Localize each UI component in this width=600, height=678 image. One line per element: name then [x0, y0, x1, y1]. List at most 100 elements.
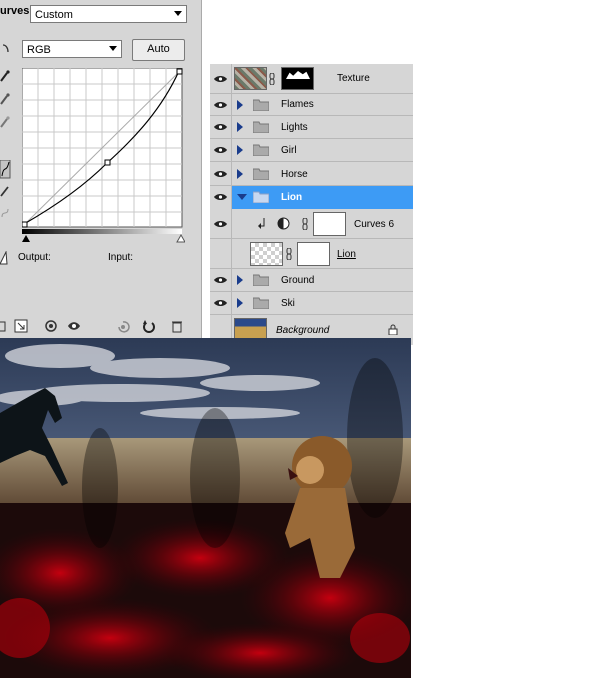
curve-graph[interactable] — [22, 68, 185, 244]
channel-dropdown[interactable]: RGB — [22, 40, 122, 58]
curves-adjustment-panel: urves Custom RGB Auto Output: Input: — [0, 0, 202, 338]
curve-tool-icon[interactable] — [0, 160, 11, 179]
visibility-toggle[interactable] — [210, 162, 232, 185]
layer-thumbnail — [234, 67, 267, 90]
folder-icon — [253, 191, 269, 203]
visibility-icon[interactable] — [67, 319, 81, 333]
input-label: Input: — [108, 252, 134, 263]
layer-name: Ski — [281, 298, 295, 309]
layer-row-texture[interactable]: Texture — [210, 64, 413, 94]
expand-arrow-icon[interactable] — [237, 145, 243, 155]
trash-icon[interactable] — [170, 319, 184, 333]
layer-name: Flames — [281, 99, 314, 110]
eye-icon — [214, 124, 227, 130]
eye-icon — [214, 147, 227, 153]
eyedropper-white-icon[interactable] — [0, 116, 10, 128]
eye-icon — [214, 221, 227, 227]
layer-mask-thumbnail — [297, 242, 330, 266]
layer-mask-thumbnail — [313, 212, 346, 236]
link-icon — [302, 218, 308, 230]
eye-icon — [214, 277, 227, 283]
folder-icon — [253, 297, 269, 309]
canvas-image[interactable] — [0, 338, 411, 678]
view-previous-icon[interactable] — [116, 319, 130, 333]
visibility-toggle[interactable] — [210, 64, 232, 93]
eyedropper-gray-icon[interactable] — [0, 93, 10, 105]
link-icon — [286, 248, 292, 260]
layer-name: Lion — [337, 249, 356, 260]
expand-arrow-icon[interactable] — [237, 169, 243, 179]
eyedropper-black-icon[interactable] — [0, 70, 10, 82]
layer-name: Lights — [281, 122, 308, 133]
expand-arrow-icon[interactable] — [237, 298, 243, 308]
curve-point-black[interactable] — [22, 221, 28, 228]
layer-name: Background — [276, 325, 330, 336]
layer-row-lion[interactable]: Lion — [210, 239, 413, 269]
visibility-toggle[interactable] — [210, 116, 232, 138]
visibility-toggle[interactable] — [210, 94, 232, 115]
panel-title: urves — [0, 5, 30, 17]
folder-icon — [253, 144, 269, 156]
layer-name: Texture — [337, 73, 370, 84]
chevron-down-icon — [174, 11, 182, 16]
preset-value: Custom — [35, 9, 73, 21]
gradient-bar — [22, 229, 182, 234]
layer-row-ground[interactable]: Ground — [210, 269, 413, 292]
curve-point-white[interactable] — [176, 68, 183, 75]
black-point-slider[interactable] — [22, 235, 30, 242]
layer-name: Horse — [281, 169, 308, 180]
visibility-toggle[interactable] — [210, 139, 232, 161]
mask-link-icon[interactable] — [44, 319, 58, 333]
eye-icon — [214, 171, 227, 177]
eye-icon — [214, 76, 227, 82]
link-icon — [269, 73, 275, 85]
clip-icon[interactable] — [0, 319, 14, 333]
visibility-toggle[interactable] — [210, 186, 232, 209]
visibility-toggle[interactable] — [210, 209, 232, 238]
layer-row-horse[interactable]: Horse — [210, 162, 413, 186]
smooth-icon[interactable] — [0, 207, 10, 219]
folder-icon — [253, 274, 269, 286]
pencil-icon[interactable] — [0, 185, 10, 197]
visibility-toggle[interactable] — [210, 292, 232, 314]
layer-mask-thumbnail — [281, 67, 314, 90]
eye-icon — [214, 300, 227, 306]
auto-button[interactable]: Auto — [132, 39, 185, 61]
reset-icon[interactable] — [142, 319, 156, 333]
layer-name: Ground — [281, 275, 315, 286]
curve-point[interactable] — [104, 159, 111, 166]
layer-row-flames[interactable]: Flames — [210, 94, 413, 116]
hand-icon[interactable] — [0, 43, 10, 55]
collapse-arrow-icon[interactable] — [237, 194, 247, 200]
layer-name: Lion — [281, 192, 303, 203]
eye-icon — [214, 194, 227, 200]
visibility-toggle[interactable] — [210, 269, 232, 291]
layer-name: Girl — [281, 145, 297, 156]
layer-row-girl[interactable]: Girl — [210, 139, 413, 162]
layer-row-lion-group[interactable]: Lion — [210, 186, 413, 209]
adjustment-layer-icon — [277, 217, 290, 230]
visibility-toggle[interactable] — [210, 239, 232, 268]
layer-row-curves-6[interactable]: Curves 6 — [210, 209, 413, 239]
layer-row-ski[interactable]: Ski — [210, 292, 413, 315]
expand-arrow-icon[interactable] — [237, 275, 243, 285]
preset-dropdown[interactable]: Custom — [30, 5, 187, 23]
white-point-slider[interactable] — [176, 233, 185, 243]
lock-icon — [388, 324, 398, 335]
folder-icon — [253, 99, 269, 111]
output-label: Output: — [18, 252, 51, 263]
folder-icon — [253, 168, 269, 180]
layer-row-lights[interactable]: Lights — [210, 116, 413, 139]
chevron-down-icon — [109, 46, 117, 51]
channel-value: RGB — [27, 44, 51, 56]
layers-panel: Texture Flames Lights Girl Horse Lion Cu… — [210, 64, 413, 345]
layer-name: Curves 6 — [354, 219, 395, 230]
expand-arrow-icon[interactable] — [237, 122, 243, 132]
expand-arrow-icon[interactable] — [237, 100, 243, 110]
expand-view-icon[interactable] — [14, 319, 28, 333]
eye-icon — [214, 102, 227, 108]
layer-thumbnail — [250, 242, 283, 266]
clipping-arrow-icon — [258, 218, 265, 229]
folder-icon — [253, 121, 269, 133]
warning-icon — [0, 251, 8, 265]
